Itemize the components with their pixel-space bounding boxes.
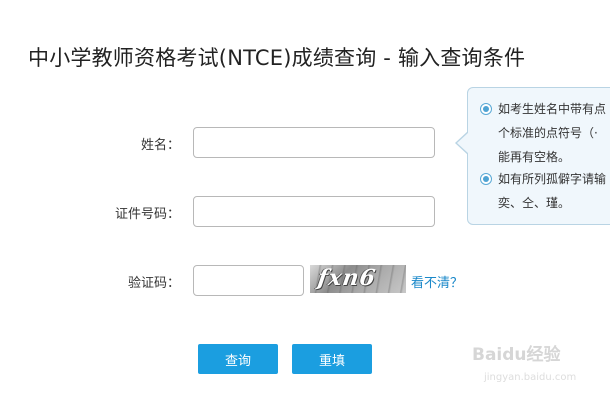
tooltip-arrow-inner — [457, 132, 469, 154]
id-number-label: 证件号码： — [114, 207, 180, 222]
reset-button[interactable]: 重填 — [292, 344, 372, 374]
input-tips-tooltip: 如考生姓名中带有点 个标准的点符号（· 能再有空格。 如有所列孤僻字请输 奕、仝… — [467, 87, 610, 225]
watermark-logo: Baidu经验 — [472, 345, 561, 365]
tip-line: 能再有空格。 — [498, 150, 571, 164]
name-label: 姓名： — [140, 138, 180, 153]
watermark-url: jingyan.baidu.com — [484, 372, 577, 383]
tip-line: 奕、仝、瑾。 — [498, 196, 571, 210]
name-input[interactable] — [193, 127, 435, 158]
baidu-jingyan-watermark: Baidu经验 jingyan.baidu.com — [470, 334, 610, 394]
captcha-label: 验证码： — [127, 276, 180, 291]
radio-bullet-icon — [480, 173, 492, 185]
id-number-input[interactable] — [193, 196, 435, 227]
captcha-image-text: fxn6 — [316, 265, 378, 291]
tip-item-dot-symbol: 如考生姓名中带有点 个标准的点符号（· 能再有空格。 — [480, 97, 610, 169]
tip-line: 如考生姓名中带有点 — [498, 102, 607, 116]
tip-line: 个标准的点符号（· — [498, 126, 598, 140]
tip-line: 如有所列孤僻字请输 — [498, 172, 607, 186]
tip-item-rare-chars: 如有所列孤僻字请输 奕、仝、瑾。 — [480, 167, 610, 215]
page-title: 中小学教师资格考试(NTCE)成绩查询 - 输入查询条件 — [28, 46, 526, 70]
radio-bullet-icon — [480, 103, 492, 115]
refresh-captcha-link[interactable]: 看不清？ — [411, 272, 463, 291]
captcha-image[interactable]: fxn6 — [310, 265, 406, 293]
search-button[interactable]: 查询 — [198, 344, 278, 374]
captcha-input[interactable] — [193, 265, 304, 296]
